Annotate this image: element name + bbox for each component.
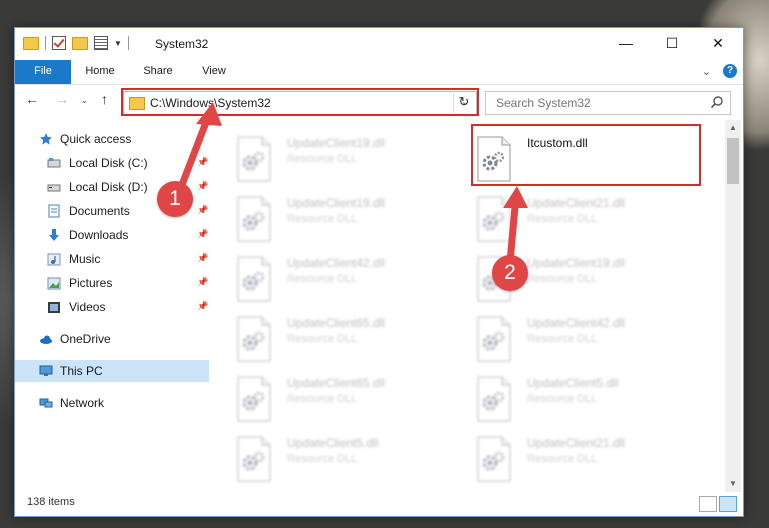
arrow-2-head bbox=[503, 186, 528, 208]
annotation-arrows bbox=[176, 102, 528, 266]
step-marker-2: 2 bbox=[492, 255, 528, 291]
arrow-1-head bbox=[196, 102, 222, 126]
step-marker-1: 1 bbox=[157, 181, 193, 217]
